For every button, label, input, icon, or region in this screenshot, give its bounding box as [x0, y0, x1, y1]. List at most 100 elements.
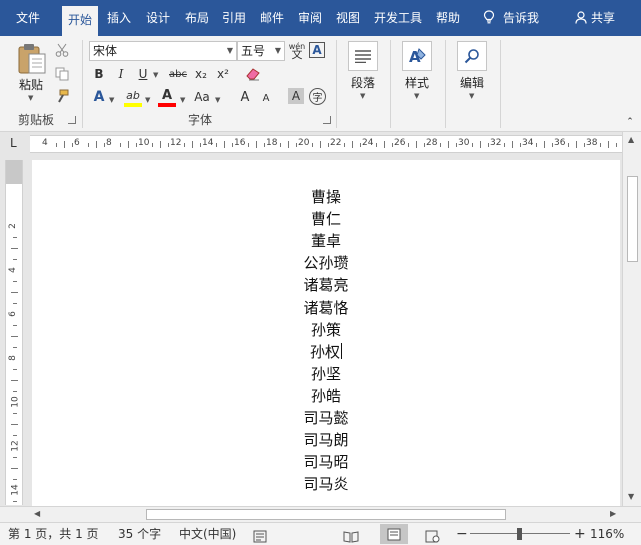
paste-dropdown-icon[interactable]: ▼ — [28, 94, 33, 102]
font-name-value: 宋体 — [93, 44, 118, 58]
paragraph-button[interactable] — [348, 41, 378, 71]
ruler-tick-label: 8 — [7, 355, 18, 361]
document-line[interactable]: 曹操 — [32, 186, 620, 207]
tab-review[interactable]: 审阅 — [293, 0, 327, 36]
vertical-ruler[interactable]: 2 4 6 8 10 12 14 — [5, 160, 23, 524]
font-name-combo[interactable]: 宋体 ▼ — [89, 41, 237, 61]
clear-formatting-button[interactable] — [243, 65, 263, 83]
superscript-button[interactable]: x² — [214, 65, 232, 83]
strikethrough-button[interactable]: abc — [166, 65, 190, 83]
document-line[interactable]: 司马炎 — [32, 473, 620, 494]
language-status[interactable]: 中文(中国) — [179, 523, 236, 545]
underline-button[interactable]: U — [135, 65, 151, 83]
vertical-scroll-thumb[interactable] — [627, 176, 638, 262]
zoom-slider-thumb[interactable] — [517, 528, 522, 540]
web-layout-icon[interactable] — [425, 528, 440, 545]
scroll-left-icon[interactable]: ◀ — [34, 509, 40, 518]
document-line[interactable]: 孙皓 — [32, 385, 620, 406]
change-case-dropdown-icon[interactable]: ▼ — [215, 96, 220, 104]
paragraph-label: 段落 — [350, 76, 375, 90]
scroll-right-icon[interactable]: ▶ — [610, 509, 616, 518]
proofing-icon[interactable] — [253, 528, 267, 545]
italic-button[interactable]: I — [113, 65, 129, 83]
tab-layout[interactable]: 布局 — [180, 0, 214, 36]
character-shading-button[interactable]: A — [288, 88, 304, 104]
document-line-text: 司马炎 — [303, 475, 349, 494]
vertical-scrollbar[interactable]: ▲ ▼ — [622, 132, 641, 506]
clipboard-launcher-icon[interactable] — [68, 116, 76, 124]
enclose-characters-button[interactable]: 字 — [309, 88, 326, 105]
ruler-margin-marker[interactable] — [6, 160, 22, 184]
collapse-ribbon-icon[interactable]: ⌃ — [624, 116, 636, 128]
copy-icon[interactable] — [54, 66, 70, 82]
tab-home[interactable]: 开始 — [62, 6, 98, 36]
zoom-out-button[interactable]: − — [456, 523, 468, 545]
tab-selector[interactable]: L — [0, 132, 30, 156]
ruler-tick-label: 10 — [138, 138, 150, 148]
tab-references[interactable]: 引用 — [217, 0, 251, 36]
cut-icon[interactable] — [54, 42, 70, 58]
phonetic-guide-glyph-icon: 文 — [291, 48, 303, 61]
page-count[interactable]: 第 1 页，共 1 页 — [8, 523, 99, 545]
tab-help[interactable]: 帮助 — [430, 0, 466, 36]
document-line[interactable]: 司马昭 — [32, 451, 620, 472]
font-launcher-icon[interactable] — [323, 116, 331, 124]
tab-developer[interactable]: 开发工具 — [370, 0, 426, 36]
document-line[interactable]: 曹仁 — [32, 208, 620, 229]
highlight-dropdown-icon[interactable]: ▼ — [145, 96, 150, 104]
ruler-tick-label: 18 — [266, 138, 278, 148]
format-painter-icon[interactable] — [54, 88, 70, 104]
document-line[interactable]: 诸葛恪 — [32, 297, 620, 318]
document-line[interactable]: 司马朗 — [32, 429, 620, 450]
change-case-button[interactable]: Aa — [191, 88, 213, 106]
horizontal-scrollbar[interactable]: ◀ ▶ — [0, 506, 641, 522]
word-count[interactable]: 35 个字 — [118, 523, 161, 545]
document-line[interactable]: 孙策 — [32, 319, 620, 340]
bold-button[interactable]: B — [91, 65, 107, 83]
text-effects-dropdown-icon[interactable]: ▼ — [109, 96, 114, 104]
zoom-level[interactable]: 116% — [590, 523, 624, 545]
tab-view[interactable]: 视图 — [331, 0, 365, 36]
document-line[interactable]: 孙权 — [32, 341, 620, 362]
tab-insert[interactable]: 插入 — [102, 0, 136, 36]
print-layout-icon[interactable] — [380, 524, 408, 544]
text-effects-button[interactable]: A — [91, 88, 107, 106]
document-line[interactable]: 司马懿 — [32, 407, 620, 428]
subscript-button[interactable]: x₂ — [192, 65, 210, 83]
tell-me-button[interactable]: 告诉我 — [476, 0, 546, 36]
tab-file[interactable]: 文件 — [6, 0, 50, 36]
font-color-dropdown-icon[interactable]: ▼ — [180, 96, 185, 104]
grow-font-button[interactable]: A — [236, 88, 254, 106]
ruler-tick-label: 12 — [10, 440, 21, 452]
font-color-button[interactable]: A — [157, 86, 177, 104]
editing-dropdown-icon[interactable]: ▼ — [469, 92, 474, 100]
horizontal-ruler[interactable]: 4 6 8 10 12 14 16 18 20 22 24 26 28 30 32 34 36 38 — [30, 135, 622, 153]
tab-design[interactable]: 设计 — [141, 0, 175, 36]
character-border-button[interactable]: A — [309, 42, 325, 58]
styles-button[interactable]: A — [402, 41, 432, 71]
paragraph-dropdown-icon[interactable]: ▼ — [360, 92, 365, 100]
underline-dropdown-icon[interactable]: ▼ — [153, 71, 158, 79]
ruler-tick-mark — [11, 424, 18, 425]
scroll-up-icon[interactable]: ▲ — [628, 135, 634, 144]
document-page[interactable]: 曹操 曹仁 董卓 公孙瓒 诸葛亮 诸葛恪 孙策 孙权 孙坚 孙皓 司马懿 司马朗 司马昭司马炎 — [32, 160, 620, 506]
document-line[interactable]: 孙坚 — [32, 363, 620, 384]
phonetic-guide-button[interactable]: wén 文 — [288, 41, 306, 61]
document-line[interactable]: 公孙瓒 — [32, 252, 620, 273]
share-button[interactable]: 共享 — [568, 0, 622, 36]
paste-button[interactable] — [12, 42, 52, 76]
horizontal-scroll-thumb[interactable] — [146, 509, 506, 520]
styles-dropdown-icon[interactable]: ▼ — [414, 92, 419, 100]
status-bar: 第 1 页，共 1 页 35 个字 中文(中国) − + 116% — [0, 522, 641, 545]
editing-button[interactable] — [457, 41, 487, 71]
read-mode-icon[interactable] — [343, 528, 359, 545]
tab-mailings[interactable]: 邮件 — [255, 0, 289, 36]
lightbulb-icon — [483, 10, 495, 24]
font-size-combo[interactable]: 五号 ▼ — [237, 41, 285, 61]
document-line[interactable]: 诸葛亮 — [32, 274, 620, 295]
zoom-in-button[interactable]: + — [574, 523, 586, 545]
highlight-button[interactable]: ab — [123, 86, 143, 104]
document-line[interactable]: 董卓 — [32, 230, 620, 251]
scroll-down-icon[interactable]: ▼ — [628, 492, 634, 501]
shrink-font-button[interactable]: A — [258, 90, 274, 106]
